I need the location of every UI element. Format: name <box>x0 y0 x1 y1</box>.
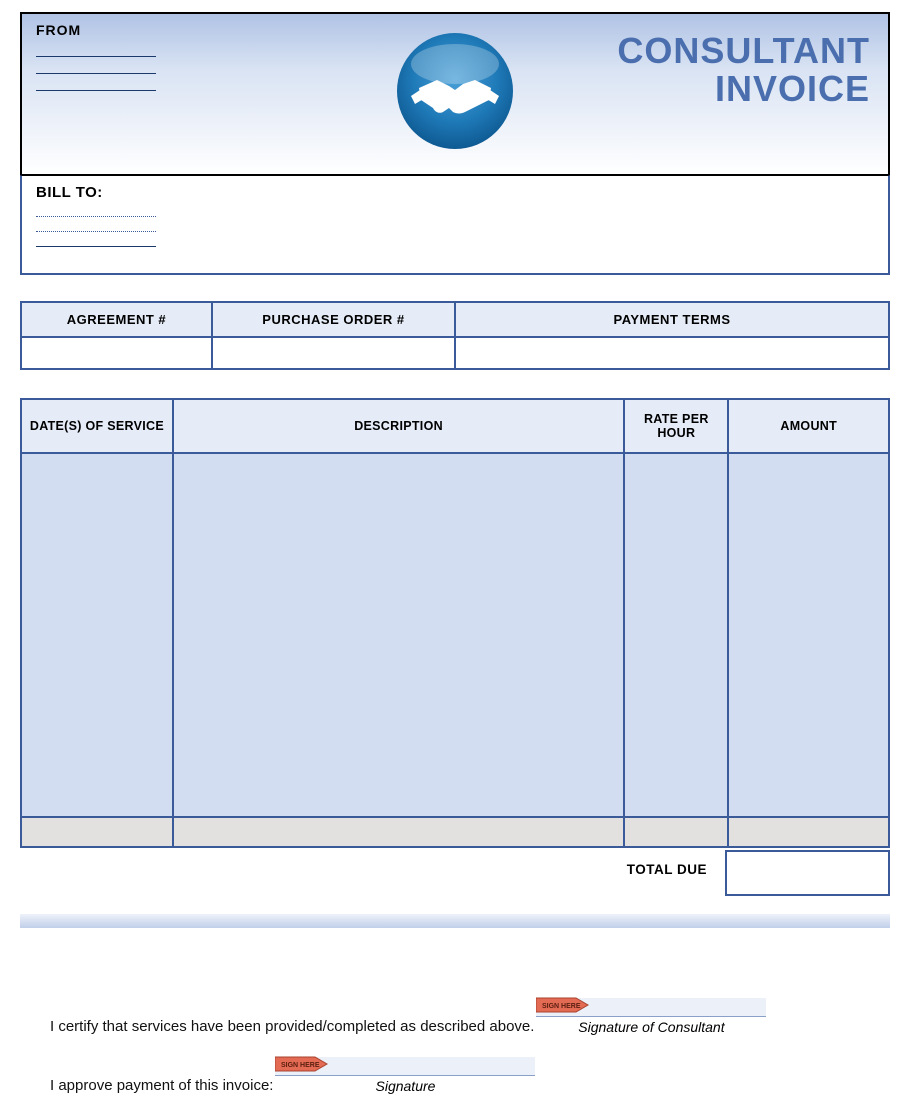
agreement-header: AGREEMENT # <box>21 302 212 337</box>
bill-to-lines[interactable] <box>36 205 874 247</box>
rate-header: RATE PER HOUR <box>624 399 728 453</box>
date-header: DATE(S) OF SERVICE <box>21 399 173 453</box>
amount-cell[interactable] <box>728 453 889 817</box>
terms-header: PAYMENT TERMS <box>455 302 889 337</box>
agreement-field[interactable] <box>21 337 212 369</box>
desc-header: DESCRIPTION <box>173 399 624 453</box>
bill-to-label: BILL TO: <box>36 184 874 201</box>
consultant-signature-caption: Signature of Consultant <box>536 1019 766 1035</box>
approve-text: I approve payment of this invoice: <box>50 1077 273 1094</box>
amount-footer <box>728 817 889 847</box>
svg-text:SIGN HERE: SIGN HERE <box>281 1062 320 1069</box>
line-items-table: DATE(S) OF SERVICE DESCRIPTION RATE PER … <box>20 398 890 848</box>
po-header: PURCHASE ORDER # <box>212 302 455 337</box>
header-banner: FROM <box>20 12 890 176</box>
total-row: TOTAL DUE <box>20 850 890 896</box>
bill-to-box: BILL TO: <box>20 175 890 275</box>
approver-signature-caption: Signature <box>275 1078 535 1094</box>
po-field[interactable] <box>212 337 455 369</box>
from-label: FROM <box>36 22 156 38</box>
sign-here-icon: SIGN HERE <box>536 996 592 1019</box>
rate-cell[interactable] <box>624 453 728 817</box>
document-title: CONSULTANT INVOICE <box>617 32 870 108</box>
desc-cell[interactable] <box>173 453 624 817</box>
svg-text:SIGN HERE: SIGN HERE <box>542 1003 581 1010</box>
desc-footer <box>173 817 624 847</box>
approver-signature-field[interactable]: SIGN HERE <box>275 1057 535 1076</box>
from-lines[interactable] <box>36 44 156 91</box>
certify-text: I certify that services have been provid… <box>50 1018 534 1035</box>
consultant-signature-field[interactable]: SIGN HERE <box>536 998 766 1017</box>
date-cell[interactable] <box>21 453 173 817</box>
sign-here-icon: SIGN HERE <box>275 1055 331 1078</box>
handshake-logo-icon <box>390 26 520 161</box>
total-due-label: TOTAL DUE <box>609 850 725 896</box>
total-due-value[interactable] <box>725 850 890 896</box>
divider-bar <box>20 914 890 928</box>
amount-header: AMOUNT <box>728 399 889 453</box>
date-footer <box>21 817 173 847</box>
meta-table: AGREEMENT # PURCHASE ORDER # PAYMENT TER… <box>20 301 890 370</box>
rate-footer <box>624 817 728 847</box>
terms-field[interactable] <box>455 337 889 369</box>
